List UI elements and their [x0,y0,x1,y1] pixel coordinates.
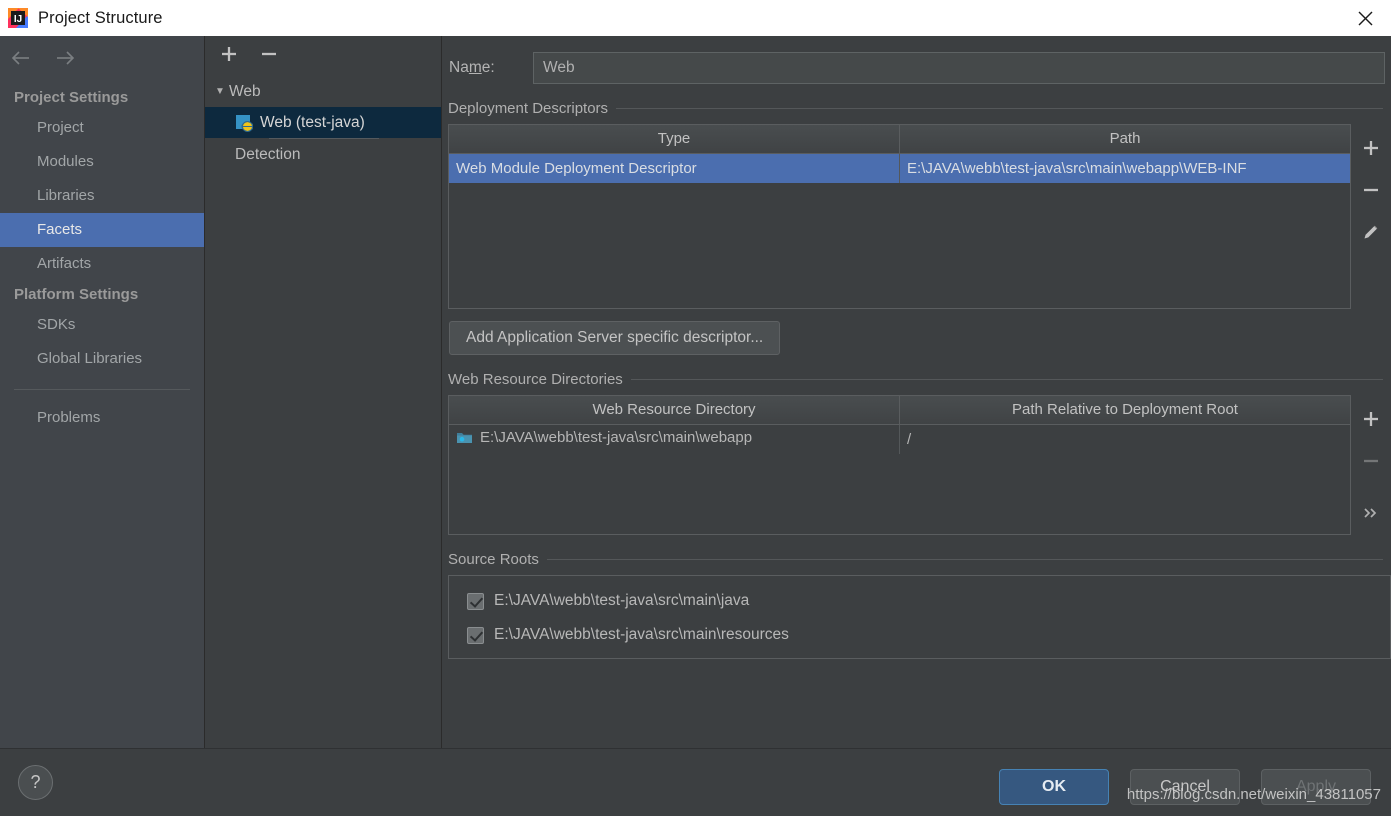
deployment-descriptors-table-wrap: Type Path Web Module Deployment Descript… [448,124,1351,309]
table-row[interactable]: E:\JAVA\webb\test-java\src\main\webapp / [449,424,1350,454]
cell-web-resource-directory-text: E:\JAVA\webb\test-java\src\main\webapp [480,429,752,446]
navigation-arrows [0,36,204,80]
tree-node-web-test-java[interactable]: Web (test-java) [205,107,441,138]
sidebar-group-project-settings: Project Settings [0,84,204,111]
sidebar-item-facets[interactable]: Facets [0,213,204,247]
tree-node-detection-label: Detection [235,146,300,164]
source-root-label: E:\JAVA\webb\test-java\src\main\java [494,592,749,610]
window-title: Project Structure [38,9,163,28]
web-resource-directories-block: Web Resource Directory Path Relative to … [448,395,1391,535]
svg-text:IJ: IJ [14,14,22,25]
cell-descriptor-type: Web Module Deployment Descriptor [449,153,900,183]
minus-icon[interactable] [1356,174,1386,206]
tree-node-web-test-java-label: Web (test-java) [260,114,365,132]
deployment-descriptors-label: Deployment Descriptors [448,100,608,117]
source-root-checkbox[interactable] [467,627,484,644]
sidebar-item-problems[interactable]: Problems [0,401,204,435]
caption-rule [631,379,1383,380]
source-roots-list: E:\JAVA\webb\test-java\src\main\java E:\… [448,575,1391,659]
sidebar-list: Project Settings Project Modules Librari… [0,80,204,435]
column-header-type[interactable]: Type [449,125,900,153]
minus-icon [1356,445,1386,477]
caption-rule [547,559,1383,560]
cell-descriptor-path: E:\JAVA\webb\test-java\src\main\webapp\W… [900,153,1351,183]
caption-rule [616,108,1383,109]
source-root-checkbox[interactable] [467,593,484,610]
dialog-footer: ? OK Cancel Apply https://blog.csdn.net/… [0,748,1391,816]
cell-web-resource-directory: E:\JAVA\webb\test-java\src\main\webapp [449,424,900,454]
web-resource-directories-label: Web Resource Directories [448,371,623,388]
add-application-server-descriptor-button[interactable]: Add Application Server specific descript… [449,321,780,355]
facets-tree: ▼ Web Web (test-java) Detection [205,72,441,170]
deployment-descriptors-block: Type Path Web Module Deployment Descript… [448,124,1391,309]
deployment-descriptors-table: Type Path Web Module Deployment Descript… [449,125,1350,183]
ok-button[interactable]: OK [999,769,1109,805]
source-root-label: E:\JAVA\webb\test-java\src\main\resource… [494,626,789,644]
cancel-button[interactable]: Cancel [1130,769,1240,805]
add-descriptor-row: Add Application Server specific descript… [442,309,1391,355]
minus-icon[interactable] [257,42,281,66]
help-button[interactable]: ? [18,765,53,800]
intellij-idea-logo: IJ [7,7,29,29]
arrow-left-icon[interactable] [10,48,32,68]
name-label: Name: [449,59,533,77]
table-header-row: Type Path [449,125,1350,153]
name-row: Name: [442,36,1391,84]
deployment-descriptors-caption: Deployment Descriptors [448,100,1391,117]
tree-node-web[interactable]: ▼ Web [205,76,441,107]
list-item[interactable]: E:\JAVA\webb\test-java\src\main\resource… [449,618,1390,652]
chevron-double-right-icon[interactable] [1356,497,1386,529]
facets-tree-panel: ▼ Web Web (test-java) Detection [205,36,442,748]
web-resource-directories-toolbar [1351,395,1391,535]
plus-icon[interactable] [217,42,241,66]
triangle-down-icon[interactable]: ▼ [211,86,229,97]
facet-editor-panel: Name: Deployment Descriptors Type Path [442,36,1391,748]
pencil-icon[interactable] [1356,216,1386,248]
plus-icon[interactable] [1356,403,1386,435]
tree-node-web-label: Web [229,83,261,101]
column-header-web-resource-directory[interactable]: Web Resource Directory [449,396,900,424]
plus-icon[interactable] [1356,132,1386,164]
source-roots-label: Source Roots [448,551,539,568]
sidebar-item-artifacts[interactable]: Artifacts [0,247,204,281]
sidebar-item-project[interactable]: Project [0,111,204,145]
facets-tree-toolbar [205,36,441,72]
sidebar-item-modules[interactable]: Modules [0,145,204,179]
list-item[interactable]: E:\JAVA\webb\test-java\src\main\java [449,584,1390,618]
window-title-bar: IJ Project Structure [0,0,1391,36]
table-header-row: Web Resource Directory Path Relative to … [449,396,1350,424]
cell-path-relative-to-deployment-root: / [900,424,1351,454]
dialog-body: Project Settings Project Modules Librari… [0,36,1391,748]
web-facet-icon [235,114,253,132]
folder-icon [456,430,473,445]
dialog-action-buttons: OK Cancel Apply [999,769,1371,805]
tree-node-detection[interactable]: Detection [205,139,441,170]
column-header-path[interactable]: Path [900,125,1351,153]
name-input[interactable] [533,52,1385,84]
column-header-path-relative[interactable]: Path Relative to Deployment Root [900,396,1351,424]
sidebar-item-global-libraries[interactable]: Global Libraries [0,342,204,376]
web-resource-directories-table: Web Resource Directory Path Relative to … [449,396,1350,454]
web-resource-directories-caption: Web Resource Directories [448,371,1391,388]
table-row[interactable]: Web Module Deployment Descriptor E:\JAVA… [449,153,1350,183]
close-icon[interactable] [1339,0,1391,36]
web-resource-directories-table-wrap: Web Resource Directory Path Relative to … [448,395,1351,535]
sidebar-item-sdks[interactable]: SDKs [0,308,204,342]
settings-sidebar: Project Settings Project Modules Librari… [0,36,205,748]
arrow-right-icon[interactable] [54,48,76,68]
sidebar-divider [14,389,190,390]
sidebar-group-platform-settings: Platform Settings [0,281,204,308]
source-roots-caption: Source Roots [448,551,1391,568]
apply-button: Apply [1261,769,1371,805]
deployment-descriptors-toolbar [1351,124,1391,309]
sidebar-item-libraries[interactable]: Libraries [0,179,204,213]
